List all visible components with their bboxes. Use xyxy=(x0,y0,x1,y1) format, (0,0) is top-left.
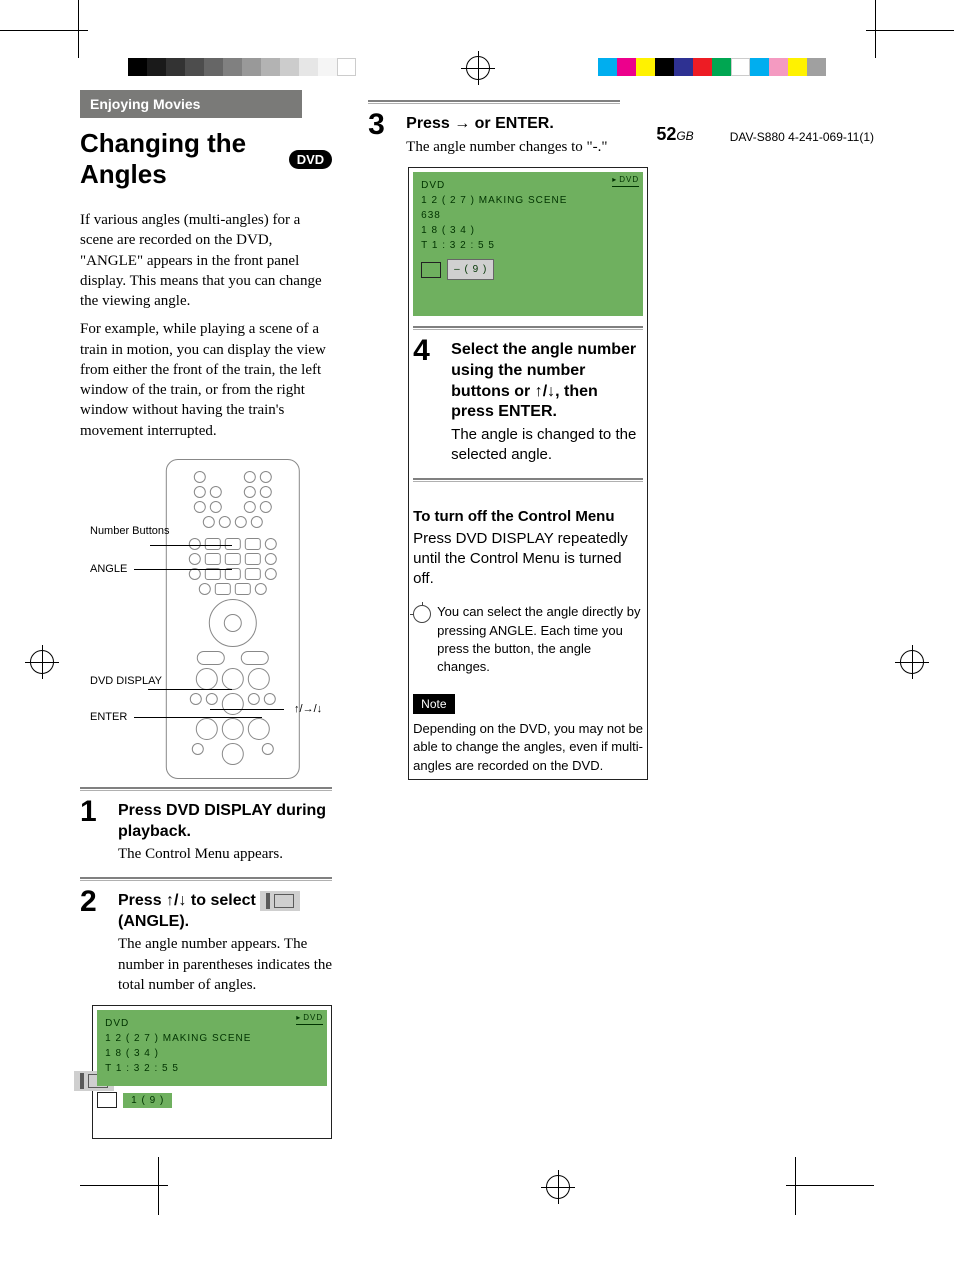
osd-line: DVD xyxy=(421,178,635,193)
remote-label-number-buttons: Number Buttons xyxy=(90,525,169,537)
osd-line: 1 2 ( 2 7 ) MAKING SCENE xyxy=(105,1031,319,1046)
osd-line: 6381 8 ( 3 4 ) T 1 : 3 2 : 5 5 xyxy=(421,208,635,253)
angle-icon xyxy=(260,891,300,911)
registration-mark-icon xyxy=(30,650,54,674)
remote-outline xyxy=(166,459,300,779)
remote-label-enter: ENTER xyxy=(90,711,127,723)
step-2: 2 Press ↑/↓ to select (ANGLE). The angle… xyxy=(80,887,332,998)
osd-dvd-mini: DVD xyxy=(612,174,639,187)
osd-line: DVD xyxy=(105,1016,319,1031)
registration-mark-icon xyxy=(466,56,490,80)
color-bar xyxy=(598,58,826,76)
remote-figure: Number Buttons ANGLE DVD DISPLAY ENTER ↑… xyxy=(80,459,332,769)
step-number: 3 xyxy=(368,110,394,159)
step-heading: Press DVD DISPLAY during playback. xyxy=(118,801,332,843)
dvd-badge-icon: DVD xyxy=(289,150,332,169)
note-label: Note xyxy=(413,694,454,714)
remote-label-arrows: ↑/→/↓ xyxy=(294,703,322,715)
sub-heading: To turn off the Control Menu xyxy=(413,508,643,525)
step-number: 4 xyxy=(413,336,439,468)
osd-angle-value: 1 ( 9 ) xyxy=(123,1093,172,1108)
title-text: Changing the Angles xyxy=(80,128,281,190)
step-3: 3 Press → or ENTER. The angle number cha… xyxy=(368,110,620,159)
osd-dvd-mini: DVD xyxy=(296,1012,323,1025)
section-label: Enjoying Movies xyxy=(80,90,302,118)
page-number: 52GB xyxy=(656,124,693,1145)
osd-angle-value: – ( 9 ) xyxy=(447,259,494,280)
grayscale-bar xyxy=(128,58,356,76)
crop-marks-bottom xyxy=(80,1145,874,1215)
osd-line: 1 2 ( 2 7 ) MAKING SCENE xyxy=(421,193,635,208)
footer-doc-id: DAV-S880 4-241-069-11(1) xyxy=(730,130,874,1145)
step-heading: Select the angle number using the number… xyxy=(451,340,643,423)
step-text: The Control Menu appears. xyxy=(118,844,332,864)
tip-icon xyxy=(413,605,431,623)
registration-mark-icon xyxy=(546,1175,570,1199)
intro-paragraph-1: If various angles (multi-angles) for a s… xyxy=(80,210,332,311)
step-number: 2 xyxy=(80,887,106,998)
step-1: 1 Press DVD DISPLAY during playback. The… xyxy=(80,797,332,867)
step-text: The angle number appears. The number in … xyxy=(118,934,332,995)
step-text: The angle is changed to the selected ang… xyxy=(451,425,643,466)
intro-paragraph-2: For example, while playing a scene of a … xyxy=(80,319,332,441)
step-text: The angle number changes to "-." xyxy=(406,137,620,157)
osd-screen: DVD DVD 1 2 ( 2 7 ) MAKING SCENE 1 8 ( 3… xyxy=(92,1005,332,1139)
step-heading: Press ↑/↓ to select (ANGLE). xyxy=(118,891,332,933)
step-heading: Press → or ENTER. xyxy=(406,114,620,135)
camera-icon xyxy=(421,262,441,278)
note-text: Depending on the DVD, you may not be abl… xyxy=(413,720,643,775)
tip: You can select the angle directly by pre… xyxy=(413,603,643,676)
osd-line: T 1 : 3 2 : 5 5 xyxy=(421,238,635,253)
registration-mark-icon xyxy=(900,650,924,674)
turn-off-text: Press DVD DISPLAY repeatedly until the C… xyxy=(413,529,643,590)
osd-line: 1 8 ( 3 4 ) xyxy=(421,223,635,238)
step-number: 1 xyxy=(80,797,106,867)
page-title: Changing the Angles DVD xyxy=(80,128,332,190)
osd-screen: DVD DVD 1 2 ( 2 7 ) MAKING SCENE 6381 8 … xyxy=(408,167,648,780)
remote-label-dvd-display: DVD DISPLAY xyxy=(90,675,162,687)
tip-text: You can select the angle directly by pre… xyxy=(437,603,643,676)
remote-label-angle: ANGLE xyxy=(90,563,127,575)
osd-line: 1 8 ( 3 4 ) xyxy=(105,1046,319,1061)
step-4: 4 Select the angle number using the numb… xyxy=(413,336,643,468)
crop-marks-top xyxy=(0,0,954,90)
camera-icon xyxy=(97,1092,117,1108)
osd-line: T 1 : 3 2 : 5 5 xyxy=(105,1061,319,1076)
